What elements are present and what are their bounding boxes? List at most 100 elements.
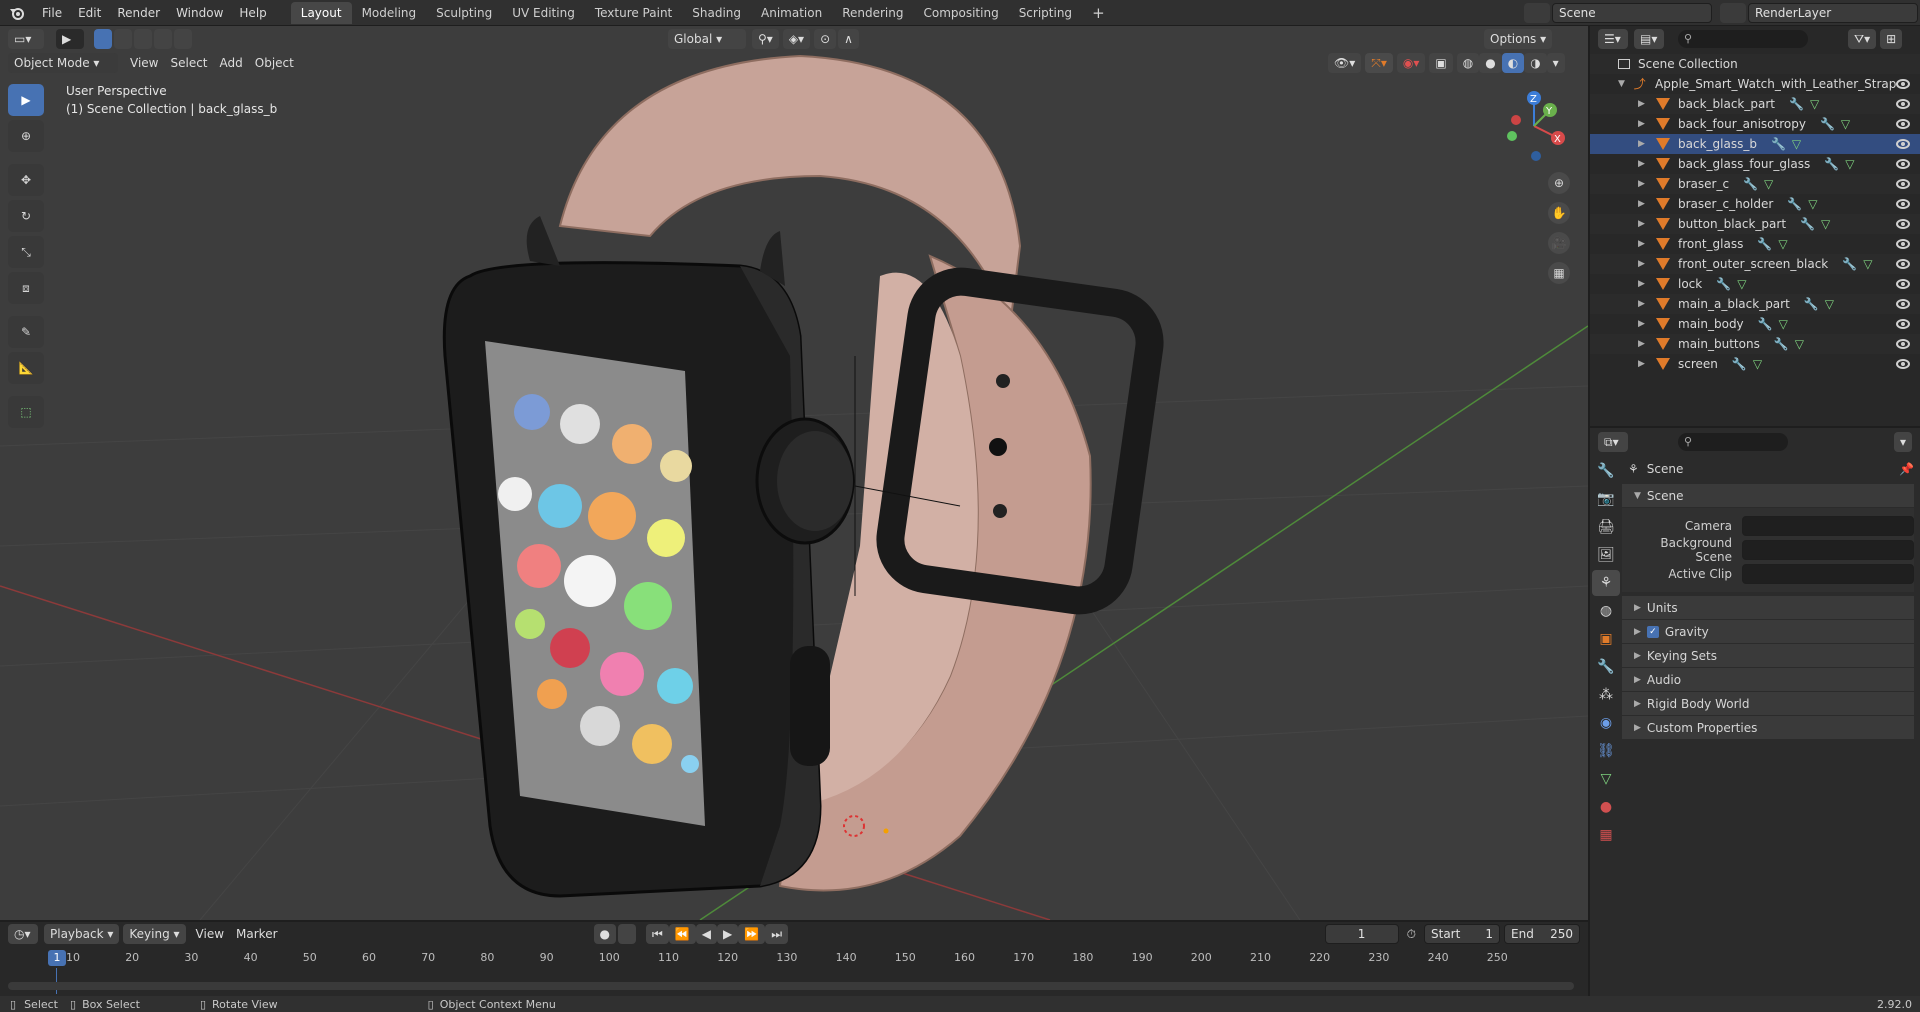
editor-type-button[interactable]: ▭▾ bbox=[8, 29, 44, 49]
cursor-tool[interactable]: ⊕ bbox=[8, 120, 44, 152]
expand-chevron-icon[interactable]: ▶ bbox=[1638, 214, 1650, 234]
visibility-eye-icon[interactable] bbox=[1896, 199, 1910, 209]
modifier-wrench-icon[interactable]: 🔧 bbox=[1732, 354, 1747, 374]
outliner-object-row[interactable]: ▶ main_body 🔧 ▽ bbox=[1590, 314, 1920, 334]
new-collection-icon[interactable]: ⊞ bbox=[1880, 29, 1903, 49]
modifier-wrench-icon[interactable]: 🔧 bbox=[1743, 174, 1758, 194]
measure-tool[interactable]: 📐 bbox=[8, 352, 44, 384]
visibility-eye-icon[interactable] bbox=[1896, 159, 1910, 169]
expand-chevron-icon[interactable]: ▼ bbox=[1618, 74, 1628, 94]
timeline-editor-type-icon[interactable]: ◷▾ bbox=[8, 924, 38, 944]
render-layer-field[interactable]: RenderLayer bbox=[1748, 3, 1918, 23]
filter-icon[interactable]: ⛛▾ bbox=[1848, 29, 1877, 49]
modifier-wrench-icon[interactable]: 🔧 bbox=[1842, 254, 1857, 274]
clock-icon[interactable]: ⏱ bbox=[1407, 927, 1416, 942]
tab-sculpting[interactable]: Sculpting bbox=[426, 2, 502, 24]
outliner-search-field[interactable]: ⚲ bbox=[1678, 30, 1808, 48]
timeline-scrollbar[interactable] bbox=[8, 982, 1574, 990]
overlay-toggle-icon[interactable]: ◉▾ bbox=[1396, 53, 1426, 73]
select-invert-icon[interactable] bbox=[154, 29, 172, 49]
modifier-wrench-icon[interactable]: 🔧 bbox=[1787, 194, 1802, 214]
playback-menu[interactable]: Playback ▾ bbox=[44, 924, 120, 944]
outliner-object-row[interactable]: ▶ front_glass 🔧 ▽ bbox=[1590, 234, 1920, 254]
visibility-eye-icon[interactable] bbox=[1896, 319, 1910, 329]
visibility-eye-icon[interactable] bbox=[1896, 139, 1910, 149]
menu-add[interactable]: Add bbox=[214, 53, 249, 73]
expand-chevron-icon[interactable]: ▶ bbox=[1638, 174, 1650, 194]
expand-chevron-icon[interactable]: ▶ bbox=[1638, 294, 1650, 314]
ortho-grid-icon[interactable]: ▦ bbox=[1548, 262, 1570, 284]
scene-panel-header[interactable]: ▼ Scene bbox=[1622, 484, 1914, 508]
subpanel-header[interactable]: ▶ Units bbox=[1622, 596, 1914, 620]
tab-shading[interactable]: Shading bbox=[682, 2, 751, 24]
render-tab-icon[interactable]: 📷 bbox=[1592, 486, 1620, 512]
outliner-object-row[interactable]: ▶ main_buttons 🔧 ▽ bbox=[1590, 334, 1920, 354]
play-icon[interactable]: ▶ bbox=[717, 924, 739, 944]
modifier-wrench-icon[interactable]: 🔧 bbox=[1774, 334, 1789, 354]
menu-render[interactable]: Render bbox=[109, 0, 168, 26]
outliner-object-row[interactable]: ▶ button_black_part 🔧 ▽ bbox=[1590, 214, 1920, 234]
visibility-eye-icon[interactable] bbox=[1896, 359, 1910, 369]
mesh-data-icon[interactable]: ▽ bbox=[1841, 114, 1850, 134]
outliner-object-row[interactable]: ▶ back_glass_four_glass 🔧 ▽ bbox=[1590, 154, 1920, 174]
constraints-tab-icon[interactable]: ⛓ bbox=[1592, 738, 1620, 764]
prev-keyframe-icon[interactable]: ⏪ bbox=[668, 924, 696, 944]
outliner-object-row[interactable]: ▶ lock 🔧 ▽ bbox=[1590, 274, 1920, 294]
outliner-object-row[interactable]: ▶ back_glass_b 🔧 ▽ bbox=[1590, 134, 1920, 154]
viewport-scene[interactable] bbox=[0, 26, 1588, 920]
move-tool[interactable]: ✥ bbox=[8, 164, 44, 196]
transform-tool[interactable]: ⧈ bbox=[8, 272, 44, 304]
visibility-eye-icon[interactable] bbox=[1896, 339, 1910, 349]
shading-rendered-icon[interactable]: ◑ bbox=[1524, 53, 1547, 73]
object-tab-icon[interactable]: ▣ bbox=[1592, 626, 1620, 652]
pivot-icon[interactable]: ⚲▾ bbox=[752, 29, 779, 49]
tab-scripting[interactable]: Scripting bbox=[1009, 2, 1082, 24]
visibility-eye-icon[interactable] bbox=[1896, 299, 1910, 309]
world-tab-icon[interactable]: ◍ bbox=[1592, 598, 1620, 624]
expand-chevron-icon[interactable]: ▶ bbox=[1638, 94, 1650, 114]
expand-chevron-icon[interactable]: ▶ bbox=[1638, 134, 1650, 154]
navigation-gizmo[interactable]: Z X Y bbox=[1498, 86, 1570, 166]
pin-icon[interactable]: 📌 bbox=[1899, 462, 1914, 476]
expand-chevron-icon[interactable]: ▶ bbox=[1638, 154, 1650, 174]
data-tab-icon[interactable]: ▽ bbox=[1592, 766, 1620, 792]
blender-logo-icon[interactable] bbox=[0, 0, 34, 26]
3d-viewport[interactable]: ▭▾ ▶ Global ▾ ⚲▾ ◈▾ ⊙ ∧ Options ▾ Object… bbox=[0, 26, 1588, 920]
expand-chevron-icon[interactable]: ▶ bbox=[1638, 194, 1650, 214]
properties-options-icon[interactable]: ▾ bbox=[1893, 432, 1912, 452]
menu-view[interactable]: View bbox=[124, 53, 164, 73]
subpanel-header[interactable]: ▶ Custom Properties bbox=[1622, 716, 1914, 740]
modifier-wrench-icon[interactable]: 🔧 bbox=[1800, 214, 1815, 234]
add-workspace-button[interactable]: + bbox=[1082, 2, 1115, 24]
outliner-object-row[interactable]: ▶ back_four_anisotropy 🔧 ▽ bbox=[1590, 114, 1920, 134]
next-keyframe-icon[interactable]: ⏩ bbox=[738, 924, 766, 944]
proportional-edit-icon[interactable]: ⊙ bbox=[814, 29, 837, 49]
marker-menu[interactable]: Marker bbox=[230, 924, 283, 944]
add-cube-tool[interactable]: ⬚ bbox=[8, 396, 44, 428]
scene-name-field[interactable]: Scene bbox=[1552, 3, 1712, 23]
mesh-data-icon[interactable]: ▽ bbox=[1810, 94, 1819, 114]
scene-tab-icon[interactable]: ⚘ bbox=[1592, 570, 1620, 596]
start-frame-field[interactable]: Start 1 bbox=[1424, 924, 1500, 944]
visibility-icon[interactable]: 👁▾ bbox=[1328, 53, 1362, 73]
modifier-tab-icon[interactable]: 🔧 bbox=[1592, 654, 1620, 680]
expand-chevron-icon[interactable]: ▶ bbox=[1638, 274, 1650, 294]
menu-object[interactable]: Object bbox=[249, 53, 300, 73]
material-tab-icon[interactable]: ● bbox=[1592, 794, 1620, 820]
mesh-data-icon[interactable]: ▽ bbox=[1825, 294, 1834, 314]
tab-layout[interactable]: Layout bbox=[290, 1, 352, 24]
expand-chevron-icon[interactable]: ▶ bbox=[1638, 314, 1650, 334]
record-icon[interactable]: ● bbox=[593, 924, 616, 944]
mesh-data-icon[interactable]: ▽ bbox=[1795, 334, 1804, 354]
keying-menu[interactable]: Keying ▾ bbox=[123, 924, 186, 944]
shading-solid-icon[interactable]: ● bbox=[1479, 53, 1502, 73]
tab-compositing[interactable]: Compositing bbox=[913, 2, 1008, 24]
tab-uv-editing[interactable]: UV Editing bbox=[502, 2, 585, 24]
render-layer-icon[interactable] bbox=[1720, 3, 1746, 23]
subpanel-header[interactable]: ▶ Rigid Body World bbox=[1622, 692, 1914, 716]
end-frame-field[interactable]: End 250 bbox=[1504, 924, 1580, 944]
outliner-root[interactable]: Scene Collection bbox=[1590, 54, 1920, 74]
menu-edit[interactable]: Edit bbox=[70, 0, 109, 26]
outliner-collection-row[interactable]: ▼ ⤴ Apple_Smart_Watch_with_Leather_Strap bbox=[1590, 74, 1920, 94]
select-tool-icon[interactable]: ▶ bbox=[56, 29, 84, 49]
